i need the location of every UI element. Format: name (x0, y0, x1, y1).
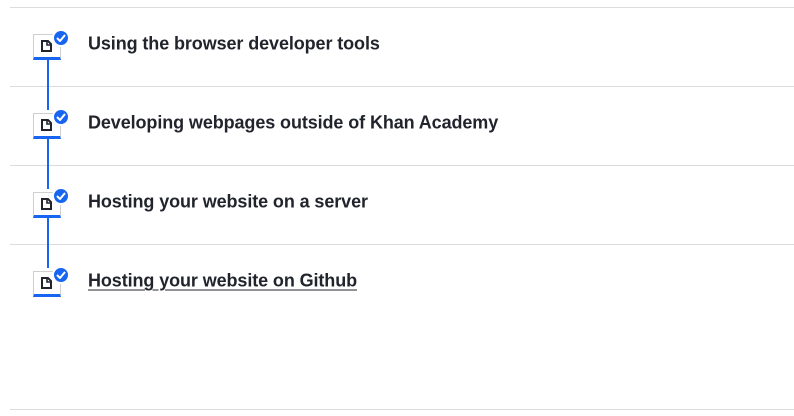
complete-check-icon (52, 187, 70, 205)
list-item[interactable]: Hosting your website on Github (0, 245, 794, 323)
list-item[interactable]: Using the browser developer tools (0, 8, 794, 86)
complete-check-icon (52, 29, 70, 47)
article-icon (33, 108, 70, 139)
item-title[interactable]: Hosting your website on a server (88, 192, 368, 213)
item-title[interactable]: Hosting your website on Github (88, 271, 357, 292)
lesson-content-list: Using the browser developer tools Develo… (0, 0, 794, 416)
divider (10, 409, 794, 410)
list-item[interactable]: Developing webpages outside of Khan Acad… (0, 87, 794, 165)
complete-check-icon (52, 108, 70, 126)
article-icon (33, 187, 70, 218)
article-icon (33, 266, 70, 297)
item-title[interactable]: Developing webpages outside of Khan Acad… (88, 113, 498, 134)
item-title[interactable]: Using the browser developer tools (88, 34, 380, 55)
article-icon (33, 29, 70, 60)
list-item[interactable]: Hosting your website on a server (0, 166, 794, 244)
complete-check-icon (52, 266, 70, 284)
